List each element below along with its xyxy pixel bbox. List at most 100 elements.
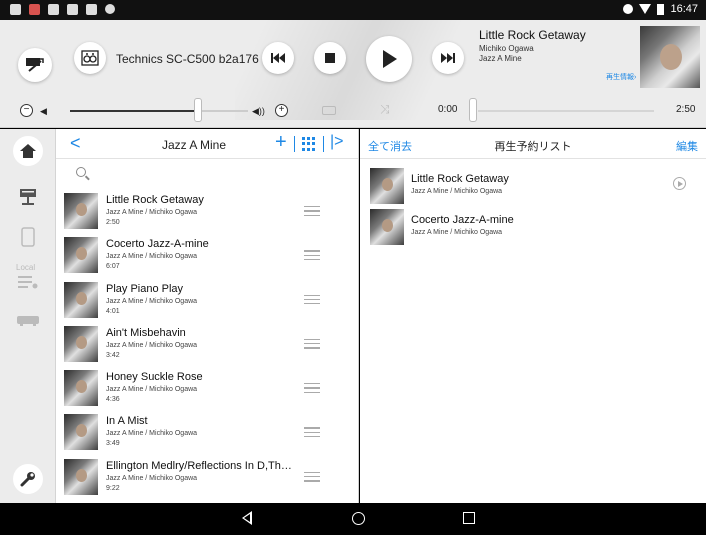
circle-notification-icon: [105, 4, 115, 14]
sidebar: Local: [0, 129, 56, 503]
queue-item-title: Little Rock Getaway: [411, 173, 509, 185]
list-item[interactable]: Cocerto Jazz-A-mine Jazz A Mine / Michik…: [56, 233, 358, 277]
time-elapsed: 0:00: [438, 104, 458, 115]
robot-icon: [86, 4, 97, 15]
now-playing-album: Jazz A Mine: [479, 54, 522, 63]
track-subtitle: Jazz A Mine / Michiko Ogawa: [106, 430, 198, 438]
volume-down-button[interactable]: −: [20, 104, 33, 117]
list-item[interactable]: Ellington Medlry/Reflections In D,The...…: [56, 455, 358, 499]
now-playing-title: Little Rock Getaway: [479, 28, 586, 42]
next-track-button[interactable]: [432, 42, 464, 74]
system-indicators: 16:47: [623, 3, 698, 15]
playback-info-link[interactable]: 再生情報›: [606, 72, 636, 82]
sidebar-item-device[interactable]: [0, 301, 56, 341]
speaker-button[interactable]: [74, 42, 106, 74]
play-from-here-button[interactable]: |>: [330, 133, 344, 151]
volume-icon: ◀)): [252, 106, 265, 116]
track-duration: 3:42: [106, 351, 120, 359]
queue-item[interactable]: Little Rock Getaway Jazz A Mine / Michik…: [360, 164, 706, 206]
shuffle-icon[interactable]: ⤨: [380, 102, 390, 117]
track-title: Play Piano Play: [106, 282, 184, 295]
radio-device-icon: [17, 316, 39, 326]
track-subtitle: Jazz A Mine / Michiko Ogawa: [106, 209, 198, 216]
wifi-icon: [639, 4, 652, 14]
seek-slider-thumb[interactable]: [469, 98, 477, 122]
next-icon: [441, 53, 455, 63]
sidebar-item-settings[interactable]: [0, 459, 56, 499]
drag-handle-icon[interactable]: [304, 338, 320, 349]
player-panel: Technics SC-C500 b2a176 Little Rock Geta…: [0, 20, 706, 128]
drag-handle-icon[interactable]: [304, 427, 320, 438]
navigation-bar: [0, 503, 706, 535]
list-item[interactable]: Ain't Misbehavin Jazz A Mine / Michiko O…: [56, 322, 358, 366]
nav-home-icon[interactable]: [352, 512, 365, 525]
repeat-icon[interactable]: [322, 106, 336, 115]
drag-handle-icon[interactable]: [304, 471, 320, 482]
edit-button[interactable]: 編集: [676, 138, 698, 154]
tablet-icon: [21, 227, 35, 247]
drag-handle-icon[interactable]: [304, 250, 320, 261]
device-icon: [26, 58, 44, 72]
track-duration: 6:07: [106, 263, 120, 271]
album-thumbnail: [64, 414, 98, 451]
playback-queue: 全て消去 再生予約リスト 編集 Little Rock Getaway Jazz…: [360, 129, 706, 503]
home-icon: [20, 144, 36, 158]
sidebar-item-local[interactable]: Local: [0, 257, 56, 297]
grid-view-button[interactable]: [302, 137, 316, 151]
time-total: 2:50: [676, 104, 696, 115]
previous-icon: [271, 53, 285, 63]
previous-track-button[interactable]: [262, 42, 294, 74]
dnd-icon: [623, 4, 634, 14]
speaker-icon: [81, 50, 99, 66]
track-title: In A Mist: [106, 415, 148, 428]
track-title: Ellington Medlry/Reflections In D,The...: [106, 459, 296, 472]
queue-item[interactable]: Cocerto Jazz-A-mine Jazz A Mine / Michik…: [360, 205, 706, 247]
album-thumbnail: [64, 237, 98, 274]
queue-item-title: Cocerto Jazz-A-mine: [411, 214, 514, 226]
drag-handle-icon[interactable]: [304, 294, 320, 305]
device-select-button[interactable]: [18, 48, 52, 82]
sidebar-item-tablet[interactable]: [0, 217, 56, 257]
volume-slider-thumb[interactable]: [194, 98, 203, 122]
sidebar-item-server[interactable]: [0, 177, 56, 217]
now-playing-artist: Michiko Ogawa: [479, 44, 534, 53]
search-bar[interactable]: [56, 160, 358, 186]
track-subtitle: Jazz A Mine / Michiko Ogawa: [106, 474, 198, 482]
drag-handle-icon[interactable]: [304, 383, 320, 394]
search-icon[interactable]: [76, 167, 86, 177]
add-to-queue-button[interactable]: +: [275, 131, 287, 154]
notification-icons: [10, 4, 115, 15]
nav-back-icon[interactable]: [241, 511, 252, 525]
nav-recents-icon[interactable]: [463, 512, 475, 524]
track-title: Honey Suckle Rose: [106, 371, 203, 384]
album-thumbnail: [64, 193, 98, 229]
play-button[interactable]: [366, 36, 412, 82]
storage-icon: [48, 4, 59, 15]
list-header: < Jazz A Mine + |>: [56, 129, 358, 159]
local-music-icon: Local: [16, 263, 40, 291]
robot-icon: [67, 4, 78, 15]
track-subtitle: Jazz A Mine / Michiko Ogawa: [106, 253, 198, 261]
track-title: Cocerto Jazz-A-mine: [106, 238, 209, 251]
seek-slider[interactable]: [478, 110, 654, 112]
album-thumbnail: [64, 370, 98, 407]
album-track-list: < Jazz A Mine + |> Little Rock Getaway J…: [56, 129, 359, 503]
device-name: Technics SC-C500 b2a176: [116, 52, 259, 66]
list-item[interactable]: Honey Suckle Rose Jazz A Mine / Michiko …: [56, 366, 358, 410]
sidebar-item-home[interactable]: [0, 131, 56, 171]
track-subtitle: Jazz A Mine / Michiko Ogawa: [106, 386, 198, 394]
stop-button[interactable]: [314, 42, 346, 74]
drag-handle-icon[interactable]: [304, 206, 320, 216]
mute-icon[interactable]: ◀: [40, 106, 47, 117]
track-list: Little Rock Getaway Jazz A Mine / Michik…: [56, 189, 358, 499]
queue-item-subtitle: Jazz A Mine / Michiko Ogawa: [411, 188, 503, 195]
volume-up-button[interactable]: +: [275, 104, 288, 117]
volume-slider[interactable]: [70, 110, 248, 112]
queue-header: 全て消去 再生予約リスト 編集: [360, 129, 706, 159]
album-title: Jazz A Mine: [161, 138, 227, 152]
list-item[interactable]: Play Piano Play Jazz A Mine / Michiko Og…: [56, 278, 358, 322]
list-item[interactable]: In A Mist Jazz A Mine / Michiko Ogawa 3:…: [56, 410, 358, 454]
album-art[interactable]: [640, 26, 700, 88]
now-playing-icon: [673, 177, 686, 190]
list-item[interactable]: Little Rock Getaway Jazz A Mine / Michik…: [56, 189, 358, 233]
